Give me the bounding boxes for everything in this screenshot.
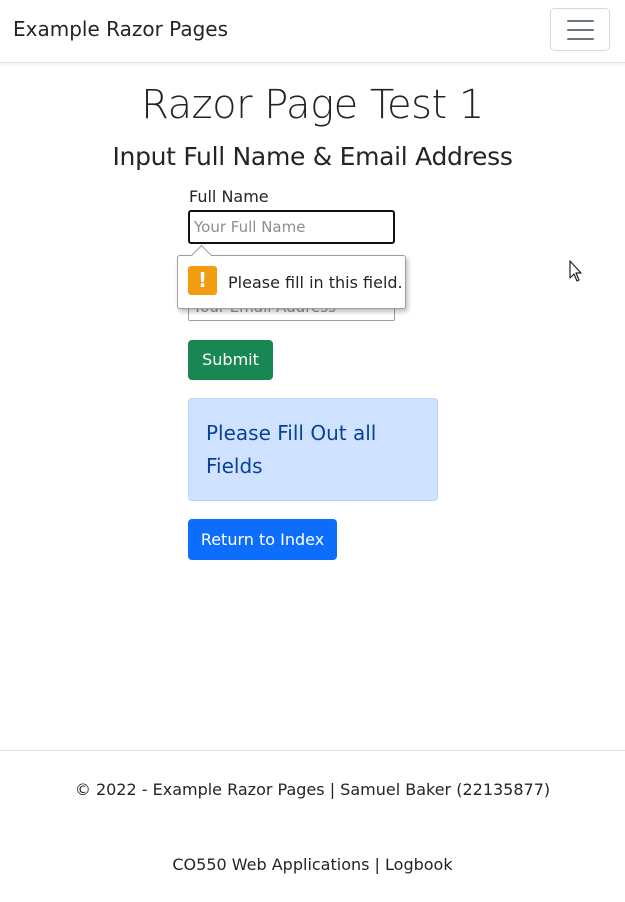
footer-copyright: © 2022 - Example Razor Pages | Samuel Ba…	[74, 780, 551, 799]
navbar: Example Razor Pages	[0, 0, 625, 63]
info-alert: Please Fill Out all Fields	[188, 398, 438, 501]
validation-message: Please fill in this field.	[228, 273, 403, 292]
full-name-label: Full Name	[189, 187, 269, 206]
page-title: Razor Page Test 1	[141, 82, 484, 128]
hamburger-menu-icon	[567, 20, 594, 22]
navbar-brand[interactable]: Example Razor Pages	[13, 17, 228, 41]
footer: © 2022 - Example Razor Pages | Samuel Ba…	[0, 750, 625, 902]
full-name-input[interactable]	[188, 210, 395, 244]
mouse-cursor-icon	[569, 260, 582, 282]
footer-links[interactable]: CO550 Web Applications | Logbook	[0, 855, 625, 874]
navbar-toggler-button[interactable]	[550, 8, 610, 51]
validation-tooltip: ! Please fill in this field.	[177, 244, 406, 309]
tooltip-arrow	[190, 244, 213, 267]
submit-button[interactable]: Submit	[188, 340, 273, 380]
warning-icon: !	[188, 266, 217, 295]
page-subtitle: Input Full Name & Email Address	[112, 142, 513, 171]
return-to-index-button[interactable]: Return to Index	[188, 519, 337, 560]
